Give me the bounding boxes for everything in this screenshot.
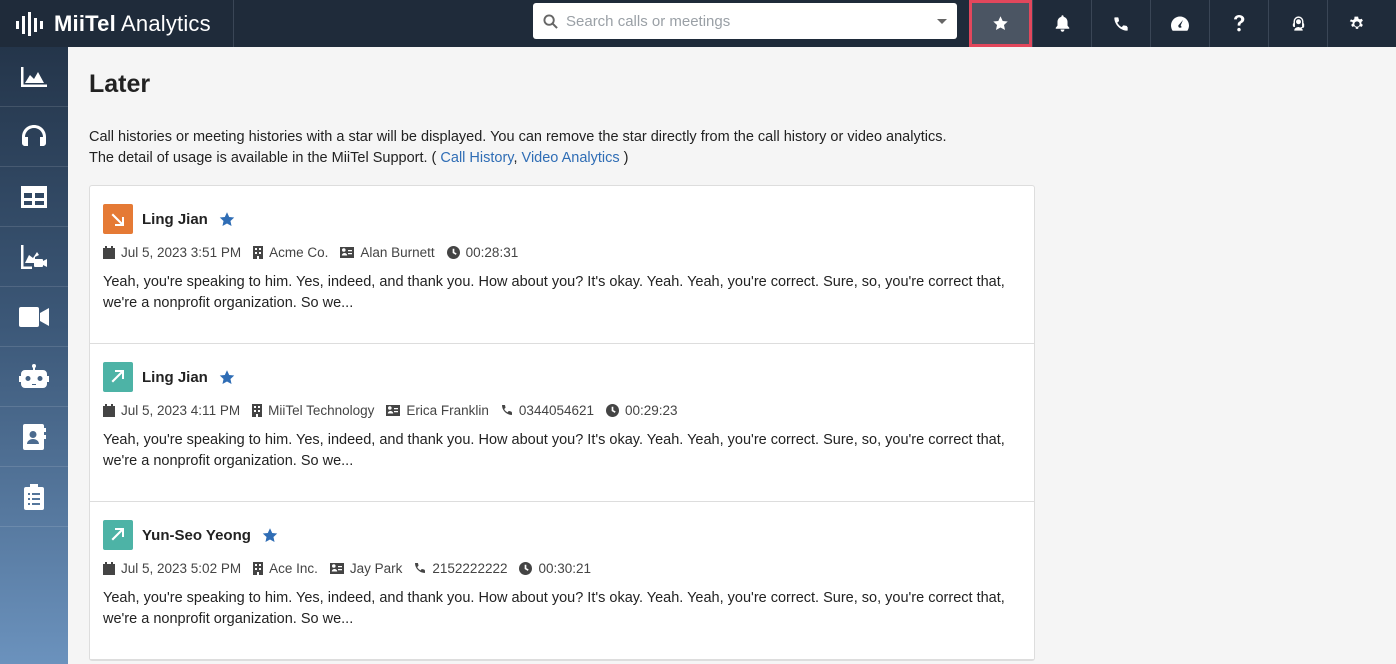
user-support-icon: [1292, 16, 1304, 31]
phone-icon: [1114, 16, 1128, 31]
sidebar-item-ai-bot[interactable]: [0, 347, 68, 407]
calendar-icon: [103, 561, 115, 575]
contact-book-icon: [23, 423, 46, 450]
outgoing-call-icon: [103, 204, 133, 234]
bell-icon: [1055, 15, 1069, 32]
call-duration: 00:29:23: [625, 402, 678, 418]
search-box[interactable]: [533, 3, 957, 39]
contact-person: Alan Burnett: [360, 244, 435, 260]
company-name: MiiTel Technology: [268, 402, 375, 418]
sidebar-item-reports[interactable]: [0, 227, 68, 287]
phone-number: 2152222222: [432, 560, 508, 576]
sidebar: [0, 47, 68, 664]
brand-logo[interactable]: MiiTel Analytics: [0, 0, 234, 47]
call-duration: 00:30:21: [538, 560, 592, 576]
clipboard-list-icon: [24, 483, 44, 510]
id-card-icon: [329, 562, 344, 574]
chart-video-icon: [21, 244, 47, 269]
contact-name[interactable]: Ling Jian: [142, 369, 208, 386]
gear-icon: [1349, 16, 1363, 29]
robot-icon: [19, 363, 49, 388]
contact-person: Erica Franklin: [406, 402, 489, 418]
building-icon: [253, 245, 264, 259]
transcript-snippet: Yeah, you're speaking to him. Yes, indee…: [103, 274, 1005, 311]
contact-name[interactable]: Yun-Seo Yeong: [142, 527, 251, 544]
phone-icon: [415, 563, 426, 574]
company-name: Ace Inc.: [269, 560, 318, 576]
id-card-icon: [340, 246, 355, 258]
description-line-2: The detail of usage is available in the …: [89, 150, 629, 166]
sidebar-item-analytics[interactable]: [0, 47, 68, 107]
description-line-1: Call histories or meeting histories with…: [89, 129, 947, 145]
star-icon[interactable]: [261, 527, 279, 544]
calendar-icon: [103, 245, 115, 259]
call-date: Jul 5, 2023 5:02 PM: [121, 560, 242, 576]
sidebar-item-tasks[interactable]: [0, 467, 68, 527]
search-input[interactable]: [566, 12, 937, 30]
call-history-link[interactable]: Call History: [440, 150, 513, 166]
video-camera-icon: [19, 306, 49, 327]
call-date: Jul 5, 2023 3:51 PM: [121, 244, 242, 260]
top-bar: MiiTel Analytics: [0, 0, 1396, 47]
incoming-call-icon: [103, 520, 133, 550]
call-duration: 00:28:31: [465, 244, 519, 260]
id-card-icon: [386, 404, 401, 416]
nav-dashboard-button[interactable]: [1150, 0, 1209, 47]
nav-support-button[interactable]: [1268, 0, 1327, 47]
star-icon[interactable]: [218, 211, 236, 228]
top-nav: [969, 0, 1386, 47]
page-description: Call histories or meeting histories with…: [89, 127, 1049, 169]
starred-history-list: Ling Jian Jul 5, 2023 3:51 PM Acme Co. A…: [89, 185, 1035, 661]
table-icon: [21, 185, 47, 208]
sidebar-item-contacts[interactable]: [0, 407, 68, 467]
dashboard-gauge-icon: [1171, 16, 1189, 31]
chevron-down-icon[interactable]: [937, 18, 947, 24]
list-item[interactable]: Yun-Seo Yeong Jul 5, 2023 5:02 PM Ace In…: [90, 502, 1034, 660]
phone-icon: [501, 405, 512, 416]
contact-name[interactable]: Ling Jian: [142, 211, 208, 228]
list-item[interactable]: Ling Jian Jul 5, 2023 4:11 PM MiiTel Tec…: [90, 344, 1034, 502]
sidebar-item-table[interactable]: [0, 167, 68, 227]
headset-icon: [22, 124, 46, 146]
phone-number: 0344054621: [518, 402, 595, 418]
clock-icon: [606, 403, 620, 417]
nav-notifications-button[interactable]: [1032, 0, 1091, 47]
star-icon: [993, 16, 1008, 31]
help-icon: [1234, 15, 1245, 32]
nav-phone-button[interactable]: [1091, 0, 1150, 47]
sidebar-item-video[interactable]: [0, 287, 68, 347]
app-name: MiiTel Analytics: [54, 10, 211, 36]
contact-person: Jay Park: [349, 560, 403, 576]
clock-icon: [446, 245, 460, 259]
company-name: Acme Co.: [269, 244, 329, 260]
video-analytics-link[interactable]: Video Analytics: [522, 150, 620, 166]
calendar-icon: [103, 403, 115, 417]
incoming-call-icon: [103, 362, 133, 392]
area-chart-icon: [21, 66, 47, 87]
transcript-snippet: Yeah, you're speaking to him. Yes, indee…: [103, 590, 1005, 627]
page-title: Later: [89, 70, 151, 98]
transcript-snippet: Yeah, you're speaking to him. Yes, indee…: [103, 432, 1005, 469]
sidebar-item-calls[interactable]: [0, 107, 68, 167]
nav-settings-button[interactable]: [1327, 0, 1386, 47]
nav-help-button[interactable]: [1209, 0, 1268, 47]
clock-icon: [519, 561, 533, 575]
soundwave-logo-icon: [16, 11, 43, 36]
star-icon[interactable]: [218, 369, 236, 386]
call-date: Jul 5, 2023 4:11 PM: [121, 402, 241, 418]
building-icon: [253, 561, 264, 575]
building-icon: [252, 403, 263, 417]
list-item[interactable]: Ling Jian Jul 5, 2023 3:51 PM Acme Co. A…: [90, 186, 1034, 344]
nav-later-button[interactable]: [969, 0, 1032, 47]
search-icon: [543, 13, 558, 29]
